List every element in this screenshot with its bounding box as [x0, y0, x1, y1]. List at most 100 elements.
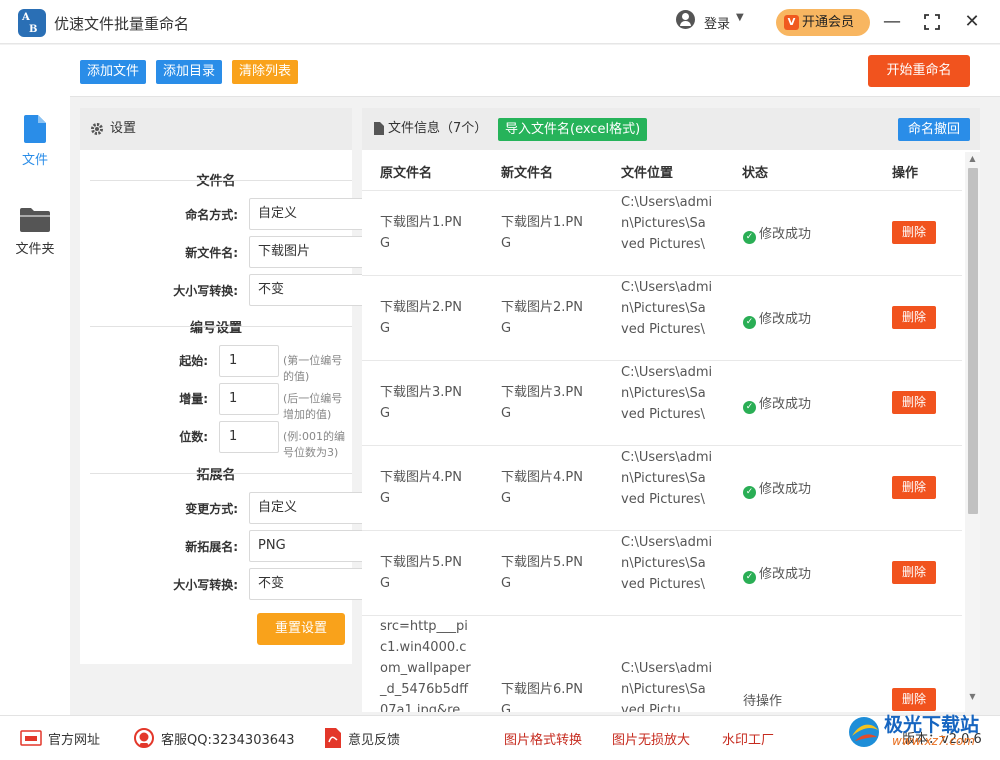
delete-button[interactable]: 删除	[892, 476, 936, 499]
digits-input[interactable]: 1	[219, 421, 279, 453]
official-site-link[interactable]: 官方网址	[48, 729, 100, 748]
gear-icon	[91, 123, 103, 135]
new-filename: 下载图片2.PNG	[501, 300, 583, 336]
scroll-down-icon[interactable]: ▼	[965, 692, 980, 701]
app-logo-icon: A B	[18, 9, 46, 37]
check-circle-icon: ✓	[743, 571, 756, 584]
start-label: 起始:	[179, 354, 208, 368]
user-avatar-icon[interactable]	[676, 10, 695, 29]
delete-button[interactable]: 删除	[892, 221, 936, 244]
table-row: 下载图片4.PNG 下载图片4.PNG C:\Users\admin\Pictu…	[362, 446, 962, 531]
step-hint: (后一位编号增加的值)	[283, 392, 343, 421]
step-input[interactable]: 1	[219, 383, 279, 415]
new-name-label: 新文件名:	[185, 246, 238, 260]
undo-rename-button[interactable]: 命名撤回	[898, 118, 970, 141]
scroll-up-icon[interactable]: ▲	[965, 154, 980, 163]
add-file-button[interactable]: 添加文件	[80, 60, 147, 84]
website-icon	[20, 730, 42, 746]
check-circle-icon: ✓	[743, 401, 756, 414]
divider	[90, 473, 352, 474]
scrollbar[interactable]: ▲ ▼	[965, 152, 980, 712]
table-row: 下载图片5.PNG 下载图片5.PNG C:\Users\admin\Pictu…	[362, 531, 962, 616]
delete-button[interactable]: 删除	[892, 306, 936, 329]
reset-settings-button[interactable]: 重置设置	[257, 613, 345, 645]
minimize-icon[interactable]: —	[878, 8, 906, 36]
settings-header: 设置	[80, 108, 352, 150]
case-label: 大小写转换:	[173, 284, 238, 298]
chevron-down-icon[interactable]: ▼	[736, 12, 744, 23]
title-bar: A B 优速文件批量重命名 登录 ▼ V 开通会员 — ✕	[0, 0, 1000, 44]
sidebar-item-folder[interactable]: 文件夹	[0, 208, 70, 257]
file-location: C:\Users\admin\Pictures\Saved Pictures\	[621, 280, 713, 337]
format-convert-link[interactable]: 图片格式转换	[504, 729, 582, 748]
vip-button[interactable]: V 开通会员	[776, 9, 870, 36]
sidebar-item-file[interactable]: 文件	[0, 115, 70, 168]
check-circle-icon: ✓	[743, 231, 756, 244]
settings-title: 设置	[110, 121, 137, 136]
pdf-feedback-icon	[325, 728, 341, 748]
digits-hint: (例:001的编号位数为3)	[283, 430, 345, 459]
customer-qq-link[interactable]: 客服QQ:3234303643	[161, 729, 295, 748]
close-icon[interactable]: ✕	[958, 8, 986, 36]
original-filename: 下载图片5.PNG	[380, 555, 462, 591]
column-header: 新文件名	[501, 166, 554, 181]
sidebar-item-label: 文件夹	[15, 242, 55, 257]
new-filename: 下载图片5.PNG	[501, 555, 583, 591]
status-badge: ✓ 修改成功	[743, 223, 811, 244]
file-location: C:\Users\admin\Pictures\Saved Pictu	[621, 661, 713, 712]
file-location: C:\Users\admin\Pictures\Saved Pictures\	[621, 450, 713, 507]
document-icon	[374, 122, 384, 135]
status-text: 待操作	[743, 694, 783, 709]
watermark-url: www.xz7.com	[892, 734, 975, 748]
lossless-enlarge-link[interactable]: 图片无损放大	[612, 729, 690, 748]
original-filename: 下载图片1.PNG	[380, 215, 462, 251]
file-location: C:\Users\admin\Pictures\Saved Pictures\	[621, 195, 713, 252]
new-filename: 下载图片3.PNG	[501, 385, 583, 421]
divider	[90, 326, 352, 327]
app-title: 优速文件批量重命名	[54, 15, 190, 33]
login-link[interactable]: 登录	[704, 13, 730, 32]
import-excel-button[interactable]: 导入文件名(excel格式)	[498, 118, 648, 141]
scrollbar-thumb[interactable]	[968, 168, 978, 514]
vip-icon: V	[784, 15, 799, 30]
vip-label: 开通会员	[802, 15, 855, 30]
original-filename: 下载图片4.PNG	[380, 470, 462, 506]
status-badge: ✓ 修改成功	[743, 478, 811, 499]
left-sidebar: 文件 文件夹	[0, 45, 70, 715]
status-badge: ✓ 修改成功	[743, 308, 811, 329]
delete-button[interactable]: 删除	[892, 391, 936, 414]
feedback-link[interactable]: 意见反馈	[348, 729, 400, 748]
toolbar: 添加文件 添加目录 清除列表 开始重命名	[70, 45, 1000, 97]
delete-button[interactable]: 删除	[892, 688, 936, 711]
original-filename: src=http___pic1.win4000.com_wallpaper_d_…	[380, 619, 471, 712]
file-location: C:\Users\admin\Pictures\Saved Pictures\	[621, 365, 713, 422]
new-ext-label: 新拓展名:	[185, 540, 238, 554]
start-number-input[interactable]: 1	[219, 345, 279, 377]
check-circle-icon: ✓	[743, 316, 756, 329]
table-header: 原文件名 新文件名 文件位置 状态 操作	[362, 150, 962, 191]
status-badge: ✓ 修改成功	[743, 393, 811, 414]
step-label: 增量:	[179, 392, 208, 406]
watermark-title: 极光下载站	[884, 714, 980, 736]
sidebar-item-label: 文件	[21, 153, 48, 168]
table-row: 下载图片1.PNG 下载图片1.PNG C:\Users\admin\Pictu…	[362, 191, 962, 276]
file-list-title: 文件信息（7个）	[388, 121, 488, 136]
customer-service-icon	[134, 728, 154, 748]
clear-list-button[interactable]: 清除列表	[232, 60, 299, 84]
column-header: 状态	[742, 166, 769, 181]
divider	[90, 180, 352, 181]
naming-mode-label: 命名方式:	[185, 208, 238, 222]
watermark-factory-link[interactable]: 水印工厂	[722, 729, 774, 748]
ext-case-label: 大小写转换:	[173, 578, 238, 592]
maximize-icon[interactable]	[918, 8, 946, 36]
file-location: C:\Users\admin\Pictures\Saved Pictures\	[621, 535, 713, 592]
column-header: 原文件名	[380, 166, 433, 181]
start-rename-button[interactable]: 开始重命名	[868, 55, 970, 87]
new-filename: 下载图片6.PNG	[501, 682, 583, 712]
add-directory-button[interactable]: 添加目录	[156, 60, 223, 84]
column-header: 文件位置	[621, 166, 674, 181]
original-filename: 下载图片3.PNG	[380, 385, 462, 421]
new-filename: 下载图片1.PNG	[501, 215, 583, 251]
delete-button[interactable]: 删除	[892, 561, 936, 584]
column-header: 操作	[892, 166, 919, 181]
